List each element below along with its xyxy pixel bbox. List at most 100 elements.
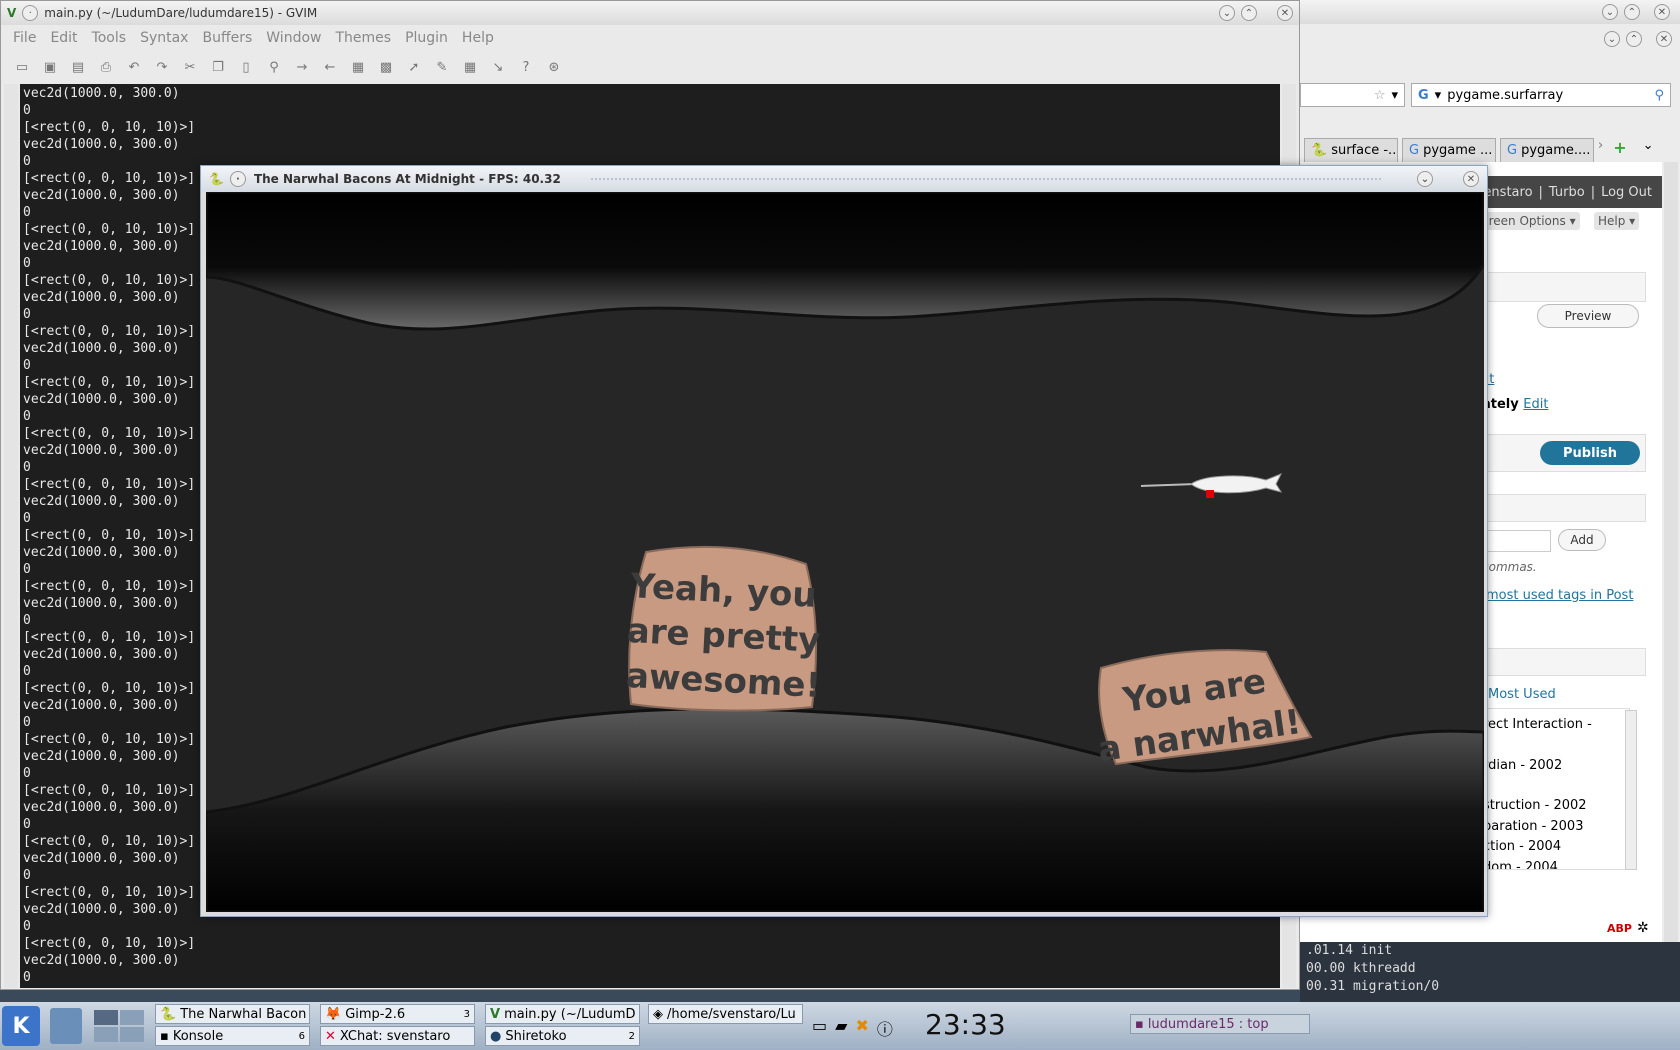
tab-pygame-1[interactable]: Gpygame ... <box>1402 138 1496 162</box>
task-xchat[interactable]: ✕ XChat: svenstaro <box>320 1026 475 1046</box>
bookmark-star-icon[interactable]: ☆ <box>1374 88 1386 103</box>
category-item[interactable]: ction - 2004 <box>1483 837 1625 858</box>
clock[interactable]: 23:33 <box>925 1008 1006 1041</box>
minimize-icon[interactable]: ⌄ <box>1602 4 1618 20</box>
screen-options-button[interactable]: creen Options ▾ <box>1478 212 1580 230</box>
maximize-icon[interactable]: ⌃ <box>1241 5 1257 21</box>
menu-file[interactable]: File <box>13 30 36 46</box>
load-session-icon[interactable]: ▦ <box>349 60 367 75</box>
category-item[interactable]: rdian - 2002 <box>1483 756 1625 777</box>
game-titlebar[interactable]: 🐍 · The Narwhal Bacons At Midnight - FPS… <box>201 166 1487 192</box>
gvim-titlebar[interactable]: V · main.py (~/LudumDare/ludumdare15) - … <box>1 1 1299 25</box>
tab-list-icon[interactable]: ⌄ <box>1643 138 1654 162</box>
category-list[interactable]: rect Interaction - rdian - 2002 structio… <box>1478 708 1630 870</box>
find-next-icon[interactable]: → <box>293 60 311 75</box>
category-scrollbar[interactable] <box>1625 710 1637 870</box>
build-tags-icon[interactable]: ▦ <box>461 60 479 75</box>
window-menu-icon[interactable]: · <box>22 5 39 21</box>
task-narwhal[interactable]: 🐍 The Narwhal Bacon <box>155 1004 310 1024</box>
cut-icon[interactable]: ✂ <box>181 60 199 75</box>
menu-themes[interactable]: Themes <box>335 30 391 46</box>
game-canvas[interactable]: Yeah, you are pretty awesome! You are a … <box>206 192 1484 912</box>
maximize-icon[interactable]: ⌃ <box>1624 4 1640 20</box>
find-prev-icon[interactable]: ← <box>321 60 339 75</box>
tab-surface[interactable]: 🐍 surface -... <box>1304 138 1398 162</box>
task-shiretoko[interactable]: ● Shiretoko 2 <box>485 1026 640 1046</box>
network-icon[interactable]: ▰ <box>835 1016 847 1040</box>
minimize-icon[interactable]: ⌄ <box>1604 31 1620 47</box>
close-icon[interactable]: ✕ <box>1463 171 1479 187</box>
page-scrollbar[interactable] <box>1664 162 1678 942</box>
menu-syntax[interactable]: Syntax <box>140 30 188 46</box>
clipboard-icon[interactable]: ▭ <box>812 1016 827 1040</box>
category-item[interactable]: rect Interaction - <box>1483 715 1625 736</box>
pager-desktop-1[interactable] <box>94 1010 118 1025</box>
edit-schedule-link[interactable]: Edit <box>1523 397 1548 412</box>
pager-desktop-2[interactable] <box>120 1010 144 1025</box>
undo-icon[interactable]: ↶ <box>125 60 143 75</box>
google-icon[interactable]: G <box>1418 88 1429 103</box>
find-help-icon[interactable]: ⊛ <box>545 60 563 75</box>
search-input[interactable]: pygame.surfarray <box>1447 88 1648 103</box>
maximize-icon[interactable]: ⌃ <box>1626 31 1642 47</box>
run-script-icon[interactable]: ➚ <box>405 60 423 75</box>
find-replace-icon[interactable]: ⚲ <box>265 60 283 75</box>
redo-icon[interactable]: ↷ <box>153 60 171 75</box>
save-icon[interactable]: ▣ <box>41 60 59 75</box>
open-icon[interactable]: ▭ <box>13 60 31 75</box>
jump-tag-icon[interactable]: ↘ <box>489 60 507 75</box>
menu-help[interactable]: Help <box>462 30 494 46</box>
minimize-icon[interactable]: ⌄ <box>1417 171 1433 187</box>
add-tag-button[interactable]: Add <box>1558 529 1606 551</box>
tag-input[interactable] <box>1478 530 1551 552</box>
minimize-icon[interactable]: ⌄ <box>1219 5 1235 21</box>
firebug-icon[interactable]: ✲ <box>1637 920 1649 936</box>
pager-desktop-4[interactable] <box>120 1027 144 1042</box>
menu-edit[interactable]: Edit <box>50 30 77 46</box>
most-used-tab[interactable]: Most Used <box>1488 687 1556 702</box>
adblock-icon[interactable]: ABP <box>1607 922 1632 935</box>
menu-plugin[interactable]: Plugin <box>405 30 448 46</box>
new-tab-plus-icon[interactable]: + <box>1613 138 1626 162</box>
update-notifier-icon[interactable]: ✖ <box>855 1016 868 1040</box>
save-session-icon[interactable]: ▩ <box>377 60 395 75</box>
most-used-tags-link[interactable]: most used tags in Post <box>1486 588 1633 603</box>
close-icon[interactable]: ✕ <box>1654 4 1670 20</box>
tab-scroll-right-icon[interactable]: › <box>1598 138 1603 162</box>
pager[interactable] <box>94 1010 144 1042</box>
tab-pygame-2[interactable]: Gpygame.... <box>1500 138 1594 162</box>
show-desktop-icon[interactable] <box>50 1008 82 1044</box>
kde-menu-icon[interactable]: K <box>2 1006 40 1046</box>
save-all-icon[interactable]: ▤ <box>69 60 87 75</box>
category-item[interactable]: dom - 2004 <box>1483 858 1625 870</box>
search-icon[interactable]: ⚲ <box>1654 88 1664 103</box>
pager-desktop-3[interactable] <box>94 1027 118 1042</box>
log-out-link[interactable]: Log Out <box>1601 185 1652 200</box>
close-icon[interactable]: ✕ <box>1656 31 1672 47</box>
gvim-left-scrollbar[interactable] <box>4 84 18 988</box>
task-dolphin[interactable]: ◈/home/svenstaro/Lu <box>648 1004 803 1024</box>
close-icon[interactable]: ✕ <box>1277 5 1293 21</box>
help-icon[interactable]: ? <box>517 60 535 75</box>
wp-username[interactable]: enstaro <box>1483 185 1532 200</box>
category-item[interactable]: struction - 2002 <box>1483 796 1625 817</box>
help-button[interactable]: Help ▾ <box>1594 212 1640 230</box>
browser-titlebar[interactable]: ⌄ ⌃ ✕ <box>1300 0 1680 24</box>
paste-icon[interactable]: ▯ <box>237 60 255 75</box>
window-menu-icon[interactable]: · <box>229 171 246 187</box>
info-icon[interactable]: ⓘ <box>877 1016 893 1040</box>
task-konsole[interactable]: ▪ Konsole 6 <box>155 1026 310 1046</box>
task-gvim[interactable]: Vmain.py (~/LudumD <box>485 1004 640 1024</box>
turbo-link[interactable]: Turbo <box>1549 185 1585 200</box>
copy-icon[interactable]: ❐ <box>209 60 227 75</box>
url-field[interactable]: ☆ ▾ <box>1300 83 1405 107</box>
dropdown-icon[interactable]: ▾ <box>1391 88 1398 103</box>
print-icon[interactable]: ⎙ <box>97 60 115 75</box>
category-item[interactable]: paration - 2003 <box>1483 817 1625 838</box>
search-engine-dropdown-icon[interactable]: ▾ <box>1435 88 1442 103</box>
task-gimp[interactable]: 🦊 Gimp-2.6 3 <box>320 1004 475 1024</box>
menu-buffers[interactable]: Buffers <box>202 30 252 46</box>
menu-window[interactable]: Window <box>266 30 321 46</box>
task-top[interactable]: ▪ ludumdare15 : top <box>1130 1014 1310 1034</box>
publish-button[interactable]: Publish <box>1540 441 1640 465</box>
